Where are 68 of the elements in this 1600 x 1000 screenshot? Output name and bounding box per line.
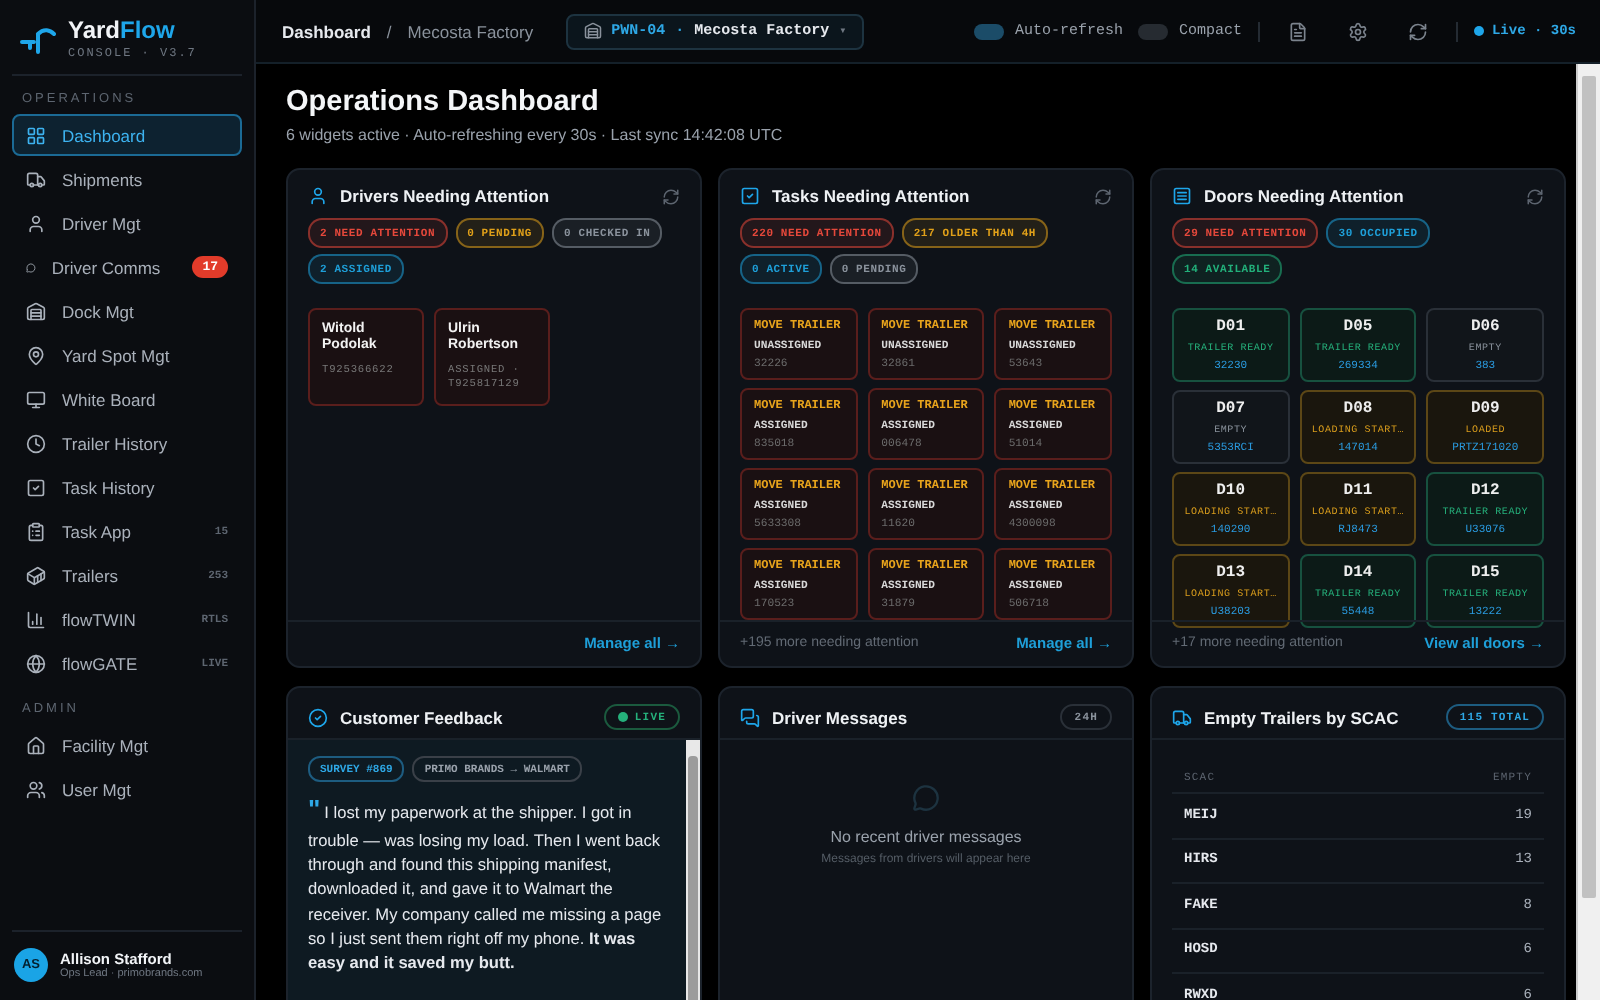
clock-icon	[26, 433, 46, 453]
users-icon	[26, 779, 46, 799]
page-subtitle: 6 widgets active · Auto-refreshing every 30s · Last sync 14:42:08 UTC	[286, 126, 785, 144]
chat-icon	[26, 257, 36, 277]
door-number: D08	[1343, 400, 1373, 418]
logo-icon	[20, 25, 56, 53]
empty-title: No recent driver messages	[830, 828, 1022, 846]
door-number: D15	[1470, 564, 1500, 582]
home-icon	[26, 735, 46, 755]
door-number: D11	[1343, 482, 1373, 500]
truck-icon	[26, 169, 46, 189]
refresh-icon[interactable]	[1407, 21, 1428, 41]
bar-chart-icon	[26, 609, 46, 629]
door-number: D07	[1216, 400, 1246, 418]
checkbox-icon	[26, 477, 46, 497]
nav-item[interactable]: Dashboard	[12, 114, 242, 156]
card-title: Empty Trailers by SCAC	[1204, 707, 1401, 727]
nav-item[interactable]: Dock Mgt	[12, 290, 242, 332]
door-number: D13	[1216, 564, 1246, 582]
check-circle-icon	[308, 707, 328, 727]
truck-icon	[1172, 707, 1192, 727]
settings-icon[interactable]	[1347, 21, 1368, 41]
nav-item[interactable]: White Board	[12, 378, 242, 420]
breadcrumb-separator: /	[386, 21, 392, 41]
card-title: Drivers Needing Attention	[340, 186, 552, 206]
building-icon	[26, 301, 46, 321]
chat-icon	[912, 784, 940, 812]
page-title: Operations Dashboard	[286, 86, 601, 118]
nav-item[interactable]: Facility Mgt	[12, 724, 242, 766]
pin-icon	[26, 345, 46, 365]
card-title: Tasks Needing Attention	[772, 186, 972, 206]
nav-item[interactable]: Shipments	[12, 158, 242, 200]
nav-item[interactable]: Task History	[12, 466, 242, 508]
brand-name: YardFlow	[68, 18, 177, 42]
door-icon	[1172, 186, 1192, 206]
chat-icon	[740, 707, 760, 727]
breadcrumb-link[interactable]: Dashboard	[282, 21, 371, 41]
door-number: D01	[1216, 318, 1246, 336]
nav-item[interactable]: Driver Mgt	[12, 202, 242, 244]
nav-item[interactable]: User Mgt	[12, 768, 242, 810]
card-title: Driver Messages	[772, 707, 910, 727]
feedback-quote: "I lost my paperwork at the shipper. I got in trouble — was losing my load. Then I went back through and found this shipping manifest, downloaded it, and gave it to Walmart the receiver. My company called me missing a page so I just sent them right off my phone. It was easy and it saved my butt.	[308, 792, 664, 975]
door-number: D06	[1470, 318, 1500, 336]
refresh-icon[interactable]	[1526, 187, 1544, 205]
door-number: D12	[1470, 482, 1500, 500]
user-icon	[308, 186, 328, 206]
card-title: Customer Feedback	[340, 707, 505, 727]
toggle-switch[interactable]	[974, 23, 1005, 39]
clipboard-icon	[26, 521, 46, 541]
building-icon	[583, 22, 602, 40]
toggle-switch[interactable]	[1138, 23, 1169, 39]
container-icon	[26, 565, 46, 585]
door-number: D05	[1343, 318, 1373, 336]
nav-item[interactable]: Yard Spot Mgt	[12, 334, 242, 376]
breadcrumb-current: Mecosta Factory	[407, 21, 534, 41]
door-number: D09	[1470, 400, 1500, 418]
refresh-icon[interactable]	[662, 187, 680, 205]
grid-icon	[26, 125, 46, 145]
door-number: D10	[1216, 482, 1246, 500]
user-icon	[26, 213, 46, 233]
monitor-icon	[26, 389, 46, 409]
refresh-icon[interactable]	[1094, 187, 1112, 205]
checkbox-icon	[740, 186, 760, 206]
door-number: D14	[1343, 564, 1373, 582]
globe-icon	[26, 653, 46, 673]
nav-item[interactable]: Trailer History	[12, 422, 242, 464]
card-title: Doors Needing Attention	[1204, 186, 1406, 206]
document-icon[interactable]	[1287, 21, 1308, 41]
